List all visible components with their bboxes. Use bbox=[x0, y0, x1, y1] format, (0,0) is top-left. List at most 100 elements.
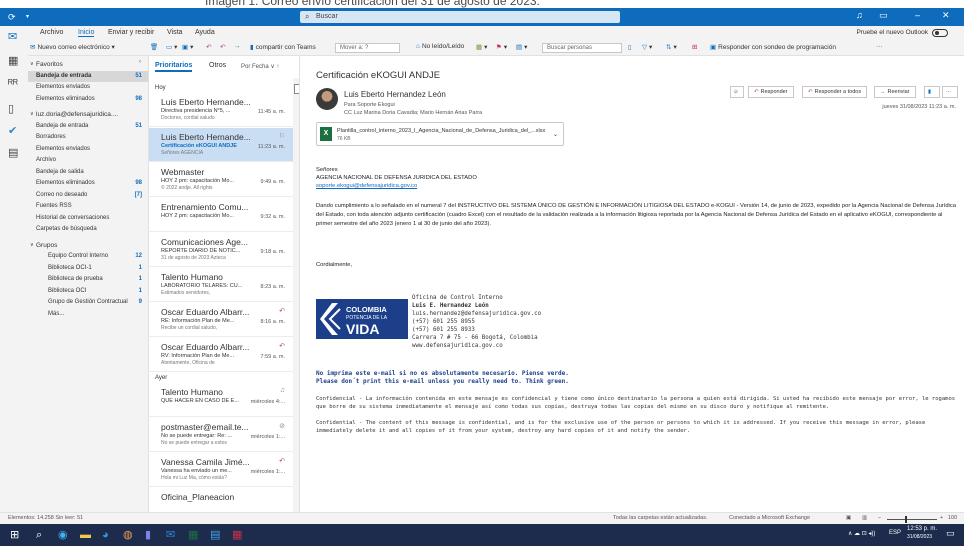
normal-view-icon[interactable]: ▣ bbox=[846, 515, 851, 521]
folder-item[interactable]: Correo no deseado [7] bbox=[28, 190, 148, 201]
delete-button[interactable]: 🗑 bbox=[150, 43, 160, 51]
message-row[interactable]: Entrenamiento Comu... HOY 2 pm: capacitac… bbox=[149, 198, 293, 232]
chevron-down-icon[interactable]: ∨ bbox=[30, 61, 34, 67]
folder-item[interactable]: Archivo bbox=[28, 155, 148, 166]
categorize-button[interactable]: ▦ ▾ bbox=[476, 43, 487, 51]
bell-icon[interactable]: ♫ bbox=[280, 387, 285, 394]
folder-item[interactable]: Elementos enviados bbox=[28, 144, 148, 155]
sort-by-date[interactable]: Por Fecha ∨ ↑ bbox=[241, 63, 279, 70]
archive-button[interactable]: ▭ ▾ bbox=[166, 43, 177, 51]
message-row[interactable]: Webmaster HOY 2 pm: capacitación Mo... © 2… bbox=[149, 163, 293, 197]
folder-item[interactable]: Borradores bbox=[28, 132, 148, 143]
ribbon-options-icon[interactable]: ▭ bbox=[879, 10, 888, 21]
message-row[interactable]: Luis Eberto Hernande... Directiva preside… bbox=[149, 93, 293, 127]
try-new-outlook-toggle[interactable] bbox=[932, 29, 948, 37]
message-row[interactable]: Talento Humano LABORATORIO TELARES: CU...… bbox=[149, 268, 293, 302]
message-row[interactable]: Oscar Eduardo Albarr... RV: Información P… bbox=[149, 338, 293, 372]
folder-item[interactable]: Favoritos ∨ bbox=[28, 59, 148, 70]
folder-item[interactable]: Elementos eliminados 98 bbox=[28, 178, 148, 189]
excel-taskbar-icon[interactable]: ▦ bbox=[188, 528, 198, 542]
folder-item[interactable]: Biblioteca OCI-1 1 bbox=[28, 263, 148, 274]
message-row[interactable]: Oficina_Planeacion bbox=[149, 488, 293, 512]
sig-web[interactable]: www.defensajuridica.gov.co bbox=[412, 342, 541, 350]
flag-icon[interactable]: ⚐ bbox=[279, 132, 285, 140]
apps-button[interactable]: ⊞ bbox=[692, 43, 699, 51]
menu-enviar-recibir[interactable]: Enviar y recibir bbox=[108, 29, 154, 36]
folder-item[interactable]: Equipo Control Interno 12 bbox=[28, 251, 148, 262]
folder-item[interactable]: Más... bbox=[28, 309, 148, 320]
reply-icon[interactable]: ↶ bbox=[279, 342, 285, 350]
notes-icon[interactable]: ▯ bbox=[8, 102, 14, 115]
app-taskbar-icon[interactable]: ▦ bbox=[232, 528, 242, 542]
folder-item[interactable]: Biblioteca de prueba 1 bbox=[28, 274, 148, 285]
address-book-button[interactable]: ▯ bbox=[628, 43, 634, 51]
group-header-yesterday[interactable]: Ayer bbox=[155, 375, 167, 381]
message-row[interactable]: Oscar Eduardo Albarr... RE: Información P… bbox=[149, 303, 293, 337]
chevron-down-icon[interactable]: ⌄ bbox=[553, 131, 558, 138]
folder-item[interactable]: Grupos ∨ bbox=[28, 240, 148, 251]
folder-item[interactable]: Bandeja de entrada 51 bbox=[28, 70, 148, 82]
folder-item[interactable]: Bandeja de salida bbox=[28, 167, 148, 178]
clock-time[interactable]: 12:53 p. m. bbox=[907, 526, 937, 532]
reply-icon[interactable]: ↶ bbox=[279, 307, 285, 315]
schedule-poll-button[interactable]: ▣ Responder con sondeo de programación bbox=[710, 43, 836, 51]
emoji-react-button[interactable]: ☺ bbox=[730, 86, 744, 98]
clock-date[interactable]: 31/08/2023 bbox=[907, 534, 932, 540]
menu-ayuda[interactable]: Ayuda bbox=[195, 29, 215, 36]
chrome-icon[interactable]: ◍ bbox=[123, 528, 133, 542]
tasks-check-icon[interactable]: ✔ bbox=[8, 124, 17, 137]
reply-icon[interactable]: ↶ bbox=[279, 457, 285, 465]
tray-icons[interactable]: ∧ ☁ ⊡ ◂)) bbox=[848, 530, 875, 537]
attach-icon[interactable]: ⊘ bbox=[279, 422, 285, 430]
copilot-icon[interactable]: ◉ bbox=[58, 528, 68, 542]
teams-taskbar-icon[interactable]: ▮ bbox=[145, 528, 151, 542]
folder-item[interactable]: Fuentes RSS bbox=[28, 201, 148, 212]
quick-access-icon[interactable]: ▾ bbox=[26, 10, 29, 24]
folder-item[interactable]: luz.doria@defensajuridica.... ∨ bbox=[28, 109, 148, 120]
keyboard-language[interactable]: ESP bbox=[889, 530, 901, 536]
group-header-today[interactable]: Hoy bbox=[155, 85, 166, 91]
menu-inicio[interactable]: Inicio bbox=[78, 29, 95, 37]
reading-view-icon[interactable]: ▥ bbox=[862, 515, 867, 521]
folder-item[interactable]: Carpetas de búsqueda bbox=[28, 224, 148, 235]
mail-icon[interactable]: ✉ bbox=[8, 30, 17, 43]
search-people-input[interactable]: Buscar personas bbox=[542, 43, 622, 53]
sig-email[interactable]: luis.hernandez@defensajuridica.gov.co bbox=[412, 310, 541, 318]
word-taskbar-icon[interactable]: ▤ bbox=[210, 528, 220, 542]
edge-icon[interactable]: ◕ bbox=[102, 528, 109, 542]
message-row[interactable]: Comunicaciones Age... REPORTE DIARIO DE N… bbox=[149, 233, 293, 267]
reply-button[interactable]: ↶ Responder bbox=[748, 86, 794, 98]
folder-item[interactable]: Biblioteca OCI 1 bbox=[28, 286, 148, 297]
menu-vista[interactable]: Vista bbox=[167, 29, 182, 36]
collapse-pane-icon[interactable]: ‹ bbox=[139, 59, 141, 65]
list-scrollbar[interactable] bbox=[293, 78, 299, 512]
chevron-down-icon[interactable]: ∨ bbox=[30, 111, 34, 117]
forward-toolbar-button[interactable]: → bbox=[234, 43, 243, 50]
zoom-out-icon[interactable]: – bbox=[878, 515, 881, 521]
outlook-taskbar-icon[interactable]: ✉ bbox=[166, 528, 175, 542]
folder-item[interactable]: Historial de conversaciones bbox=[28, 213, 148, 224]
reply-toolbar-button[interactable]: ↶ bbox=[206, 43, 213, 51]
more-actions-button[interactable]: ··· bbox=[942, 86, 958, 98]
message-row[interactable]: postmaster@email.te... No se puede entreg… bbox=[149, 418, 293, 452]
message-row[interactable]: Vanessa Camila Jimé... Vanessa ha enviado… bbox=[149, 453, 293, 487]
onenote-button[interactable]: ⇅ ▾ bbox=[666, 43, 677, 51]
tab-focused[interactable]: Prioritarios bbox=[155, 62, 193, 72]
read-unread-button[interactable]: ⌂ No leído/Leído bbox=[416, 43, 464, 50]
flag-button[interactable]: ⚑ ▾ bbox=[496, 43, 507, 51]
tab-other[interactable]: Otros bbox=[209, 62, 226, 69]
notification-bell-icon[interactable]: ♫ bbox=[856, 10, 863, 20]
minimize-button[interactable]: – bbox=[915, 10, 920, 20]
report-button[interactable]: ▣ ▾ bbox=[182, 43, 193, 51]
folder-item[interactable]: Elementos enviados bbox=[28, 82, 148, 93]
new-mail-button[interactable]: ✉ Nuevo correo electrónico ▾ bbox=[30, 43, 115, 51]
more-toolbar-button[interactable]: ··· bbox=[876, 43, 883, 50]
attachment-card[interactable]: X Plantilla_control_interno_2023_I_Agenc… bbox=[316, 122, 564, 146]
zoom-slider[interactable] bbox=[887, 519, 937, 520]
menu-archivo[interactable]: Archivo bbox=[40, 29, 63, 36]
search-icon[interactable]: ⌕ bbox=[36, 528, 42, 542]
apps-grid-icon[interactable]: ▤ bbox=[8, 146, 18, 159]
chevron-down-icon[interactable]: ∨ bbox=[30, 242, 34, 248]
message-row[interactable]: Luis Eberto Hernande... Certificación eKO… bbox=[149, 128, 293, 162]
sender-name[interactable]: Luis Eberto Hernandez León bbox=[344, 90, 446, 99]
